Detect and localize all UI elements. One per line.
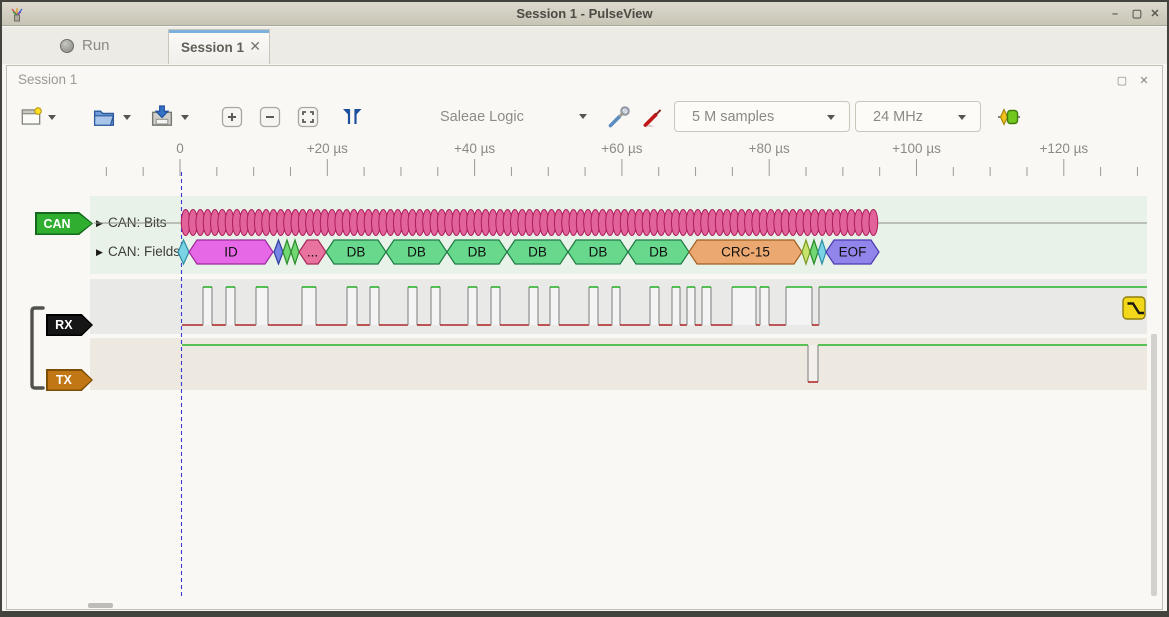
minimize-button[interactable]: –	[1106, 6, 1124, 22]
tab-close-icon[interactable]: ✕	[249, 38, 261, 55]
device-dropdown-arrow[interactable]	[579, 114, 587, 119]
vertical-scrollbar-thumb[interactable]	[1151, 334, 1157, 596]
zoom-in-icon[interactable]	[220, 105, 244, 129]
tx-channel-tag[interactable]: TX	[46, 369, 93, 391]
run-button-label: Run	[82, 37, 110, 54]
window-title: Session 1 - PulseView	[2, 2, 1167, 26]
horizontal-scrollbar-thumb[interactable]	[88, 603, 113, 608]
decoder-row-fields-label[interactable]: CAN: Fields	[108, 244, 180, 259]
can-decoder-row-background[interactable]	[90, 196, 1147, 274]
tab-session-1[interactable]: Session 1 ✕	[168, 29, 270, 64]
run-state-icon	[60, 39, 74, 53]
rx-tag-label: RX	[46, 314, 82, 336]
maximize-button[interactable]: ▢	[1128, 6, 1146, 22]
session-dock-title: Session 1	[18, 72, 77, 87]
tx-tag-label: TX	[46, 369, 82, 391]
device-config-icon[interactable]	[604, 104, 632, 132]
show-cursors-icon[interactable]	[340, 105, 364, 129]
app-icon	[9, 6, 25, 22]
channel-probe-icon[interactable]	[640, 104, 666, 130]
dock-float-button[interactable]: ▢	[1114, 73, 1130, 89]
sample-count-value: 5 M samples	[692, 109, 774, 125]
tx-trace-background[interactable]	[90, 338, 1147, 390]
can-tag-label: CAN	[35, 212, 79, 235]
rx-channel-tag[interactable]: RX	[46, 314, 93, 336]
tab-label: Session 1	[181, 40, 244, 55]
save-file-icon[interactable]	[148, 103, 176, 131]
pulseview-window: Session 1 - PulseView – ▢ ✕ Run Session …	[0, 0, 1169, 617]
device-select[interactable]: Saleae Logic	[440, 109, 524, 125]
tab-active-stripe	[169, 30, 269, 33]
sample-rate-arrow	[958, 115, 966, 120]
rx-trace-background[interactable]	[90, 279, 1147, 334]
save-dropdown-arrow[interactable]	[181, 115, 189, 120]
open-file-icon[interactable]	[90, 103, 118, 131]
sample-count-combo[interactable]: 5 M samples	[674, 101, 850, 132]
sample-rate-value: 24 MHz	[873, 109, 923, 125]
zoom-out-icon[interactable]	[258, 105, 282, 129]
zoom-fit-icon[interactable]	[296, 105, 320, 129]
expand-arrow-icon[interactable]: ▶	[96, 218, 103, 229]
expand-arrow-icon[interactable]: ▶	[96, 247, 103, 258]
decoder-row-bits-label[interactable]: CAN: Bits	[108, 215, 167, 230]
new-view-dropdown-arrow[interactable]	[48, 115, 56, 120]
new-view-icon[interactable]	[18, 104, 44, 130]
can-decoder-tag[interactable]: CAN	[35, 212, 93, 235]
sample-count-arrow	[827, 115, 835, 120]
open-dropdown-arrow[interactable]	[123, 115, 131, 120]
close-button[interactable]: ✕	[1146, 6, 1164, 22]
sample-rate-combo[interactable]: 24 MHz	[855, 101, 981, 132]
window-body: Session 1 - PulseView – ▢ ✕ Run Session …	[2, 2, 1167, 611]
title-bar[interactable]: Session 1 - PulseView – ▢ ✕	[2, 2, 1167, 26]
add-decoder-icon[interactable]	[997, 105, 1021, 129]
dock-close-button[interactable]: ✕	[1136, 73, 1152, 89]
